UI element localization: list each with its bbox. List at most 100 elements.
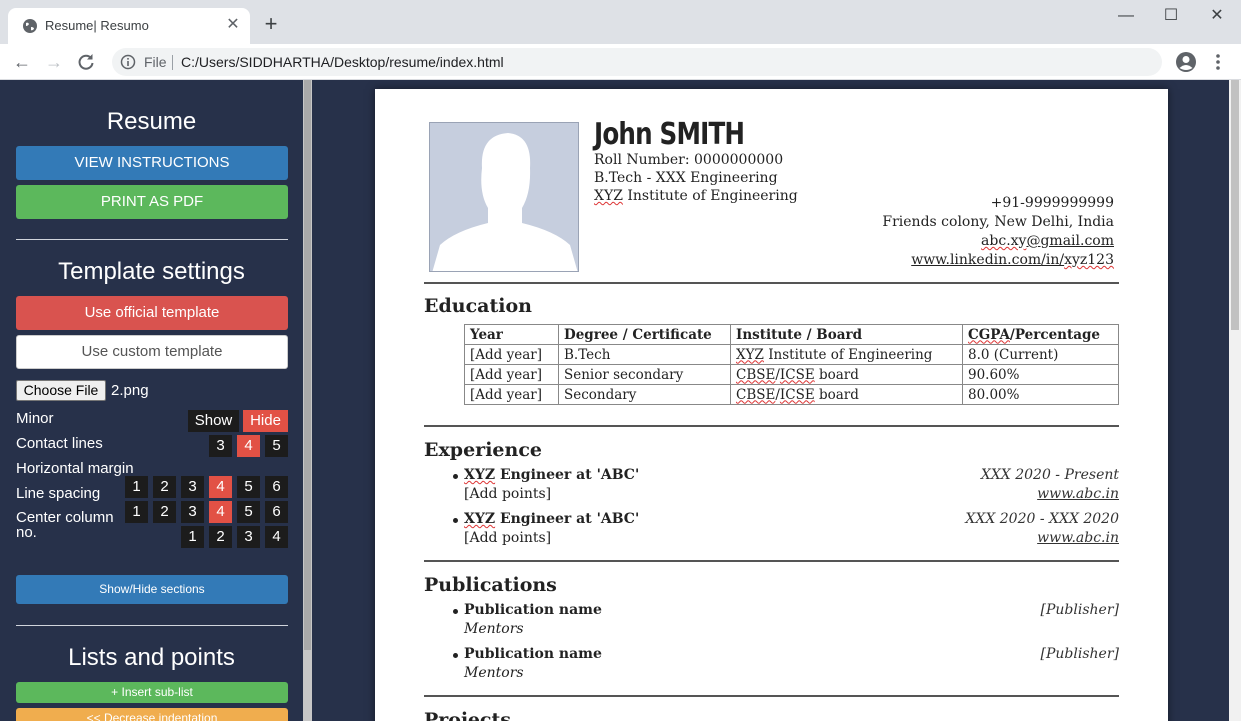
chosen-file-name: 2.png (111, 382, 149, 399)
minor-hide-button[interactable]: Hide (243, 410, 288, 432)
table-cell[interactable]: Senior secondary (558, 364, 731, 385)
new-tab-icon[interactable]: + (261, 13, 281, 35)
print-pdf-button[interactable]: PRINT AS PDF (16, 185, 288, 219)
projects-heading[interactable]: Projects (424, 709, 511, 721)
table-cell[interactable]: CBSE/ICSE board (730, 364, 963, 385)
table-cell[interactable]: B.Tech (558, 344, 731, 365)
sidebar-scrollbar[interactable] (303, 80, 312, 721)
profile-photo[interactable] (429, 122, 579, 272)
table-cell[interactable]: [Add year] (464, 384, 559, 405)
kebab-menu-icon[interactable] (1210, 50, 1226, 74)
experience-item-date[interactable]: XXX 2020 - Present (981, 467, 1119, 483)
main-scrollbar[interactable] (1229, 80, 1241, 721)
info-icon[interactable] (120, 54, 136, 70)
sidebar-scrollbar-thumb[interactable] (304, 80, 311, 650)
table-header[interactable]: Year (464, 324, 559, 345)
publication-publisher[interactable]: [Publisher] (1041, 646, 1119, 662)
experience-item-title[interactable]: XYZ Engineer at 'ABC' (464, 511, 639, 527)
forward-arrow-icon[interactable]: → (42, 50, 66, 74)
use-custom-template-button[interactable]: Use custom template (16, 335, 288, 369)
show-hide-sections-button[interactable]: Show/Hide sections (16, 575, 288, 604)
line-spacing-option-3[interactable]: 3 (181, 476, 204, 498)
institute-line[interactable]: XYZ Institute of Engineering (594, 188, 798, 204)
reload-icon[interactable] (76, 52, 96, 72)
profile-avatar-icon[interactable] (1175, 51, 1197, 73)
url-scheme-label: File (144, 54, 167, 70)
table-header[interactable]: CGPA/Percentage (962, 324, 1119, 345)
publications-heading[interactable]: Publications (424, 574, 557, 596)
center-column-option-2[interactable]: 2 (209, 526, 232, 548)
line-spacing-option-6[interactable]: 6 (265, 476, 288, 498)
publication-name[interactable]: Publication name (464, 646, 602, 662)
table-row: [Add year] Secondary CBSE/ICSE board 80.… (464, 384, 1119, 405)
table-header[interactable]: Institute / Board (730, 324, 963, 345)
experience-heading[interactable]: Experience (424, 439, 542, 461)
contact-lines-option-4[interactable]: 4 (237, 435, 260, 457)
table-cell[interactable]: Secondary (558, 384, 731, 405)
resume-viewport: John SMITH Roll Number: 0000000000 B.Tec… (312, 80, 1229, 721)
maximize-icon[interactable]: ☐ (1156, 4, 1186, 28)
line-spacing-option-5[interactable]: 5 (237, 476, 260, 498)
table-cell[interactable]: [Add year] (464, 364, 559, 385)
horizontal-margin-option-3[interactable]: 3 (181, 501, 204, 523)
linkedin-link[interactable]: www.linkedin.com/in/xyz123 (911, 252, 1114, 268)
degree-line[interactable]: B.Tech - XXX Engineering (594, 170, 778, 186)
bullet (453, 518, 458, 523)
contact-lines-label: Contact lines (16, 435, 103, 452)
experience-item-points[interactable]: [Add points] (464, 530, 551, 546)
table-cell[interactable]: 90.60% (962, 364, 1119, 385)
bullet (453, 609, 458, 614)
main-scrollbar-thumb[interactable] (1231, 80, 1239, 330)
choose-file-button[interactable]: Choose File (16, 380, 106, 401)
contact-lines-option-3[interactable]: 3 (209, 435, 232, 457)
use-official-template-button[interactable]: Use official template (16, 296, 288, 330)
decrease-indentation-button[interactable]: << Decrease indentation (16, 708, 288, 721)
email-link[interactable]: abc.xy@gmail.com (981, 233, 1114, 249)
phone-number[interactable]: +91-9999999999 (991, 195, 1114, 211)
experience-item-date[interactable]: XXX 2020 - XXX 2020 (965, 511, 1119, 527)
roll-number[interactable]: Roll Number: 0000000000 (594, 152, 783, 168)
address-bar[interactable]: File C:/Users/SIDDHARTHA/Desktop/resume/… (112, 48, 1162, 76)
center-column-option-1[interactable]: 1 (181, 526, 204, 548)
contact-lines-option-5[interactable]: 5 (265, 435, 288, 457)
settings-sidebar: Resume VIEW INSTRUCTIONS PRINT AS PDF Te… (0, 80, 303, 721)
close-tab-icon[interactable]: ✕ (224, 16, 242, 34)
table-header[interactable]: Degree / Certificate (558, 324, 731, 345)
line-spacing-option-2[interactable]: 2 (153, 476, 176, 498)
horizontal-margin-option-1[interactable]: 1 (125, 501, 148, 523)
minor-show-button[interactable]: Show (188, 410, 239, 432)
minimize-icon[interactable]: — (1111, 4, 1141, 28)
insert-sublist-button[interactable]: + Insert sub-list (16, 682, 288, 703)
horizontal-margin-option-5[interactable]: 5 (237, 501, 260, 523)
line-spacing-option-1[interactable]: 1 (125, 476, 148, 498)
publication-publisher[interactable]: [Publisher] (1041, 602, 1119, 618)
center-column-option-4[interactable]: 4 (265, 526, 288, 548)
table-cell[interactable]: 8.0 (Current) (962, 344, 1119, 365)
table-cell[interactable]: XYZ Institute of Engineering (730, 344, 963, 365)
horizontal-margin-option-4[interactable]: 4 (209, 501, 232, 523)
browser-toolbar: ← → File C:/Users/SIDDHARTHA/Desktop/res… (0, 44, 1241, 80)
horizontal-margin-option-2[interactable]: 2 (153, 501, 176, 523)
publication-mentors[interactable]: Mentors (464, 621, 524, 637)
education-heading[interactable]: Education (424, 295, 532, 317)
line-spacing-option-4[interactable]: 4 (209, 476, 232, 498)
url-text[interactable]: C:/Users/SIDDHARTHA/Desktop/resume/index… (181, 54, 504, 70)
publication-mentors[interactable]: Mentors (464, 665, 524, 681)
experience-item-points[interactable]: [Add points] (464, 486, 551, 502)
address[interactable]: Friends colony, New Delhi, India (882, 214, 1114, 230)
center-column-option-3[interactable]: 3 (237, 526, 260, 548)
experience-item-link[interactable]: www.abc.in (1037, 486, 1119, 502)
table-cell[interactable]: 80.00% (962, 384, 1119, 405)
back-arrow-icon[interactable]: ← (10, 50, 34, 74)
close-window-icon[interactable]: ✕ (1202, 4, 1232, 28)
horizontal-margin-option-6[interactable]: 6 (265, 501, 288, 523)
table-cell[interactable]: [Add year] (464, 344, 559, 365)
experience-item-link[interactable]: www.abc.in (1037, 530, 1119, 546)
experience-item-title[interactable]: XYZ Engineer at 'ABC' (464, 467, 639, 483)
view-instructions-button[interactable]: VIEW INSTRUCTIONS (16, 146, 288, 180)
education-table: Year Degree / Certificate Institute / Bo… (464, 324, 1119, 405)
browser-tab[interactable]: Resume| Resumo ✕ (8, 8, 250, 44)
publication-name[interactable]: Publication name (464, 602, 602, 618)
candidate-name[interactable]: John SMITH (594, 117, 745, 152)
table-cell[interactable]: CBSE/ICSE board (730, 384, 963, 405)
